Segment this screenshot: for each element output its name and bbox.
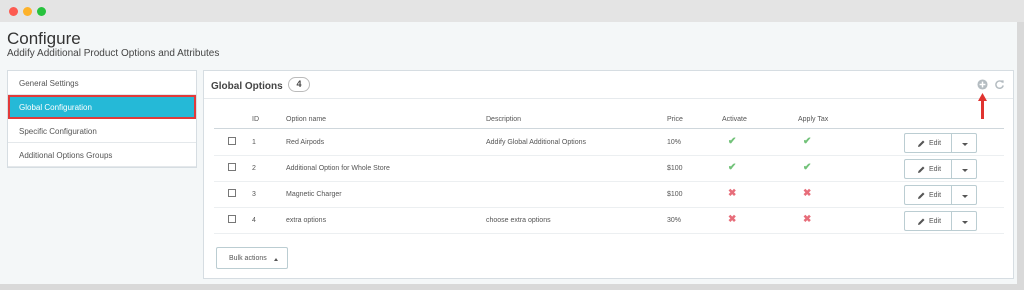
activate-check-icon[interactable]: ✔ — [728, 162, 736, 173]
row-checkbox[interactable] — [228, 215, 236, 223]
edit-label: Edit — [929, 192, 942, 199]
cell-id: 1 — [252, 139, 256, 146]
cell-price: $100 — [667, 165, 683, 172]
caret-down-icon — [962, 221, 968, 224]
column-header-activate[interactable]: Activate — [722, 116, 747, 123]
activate-check-icon[interactable]: ✔ — [728, 136, 736, 147]
edit-button[interactable]: Edit — [904, 211, 952, 231]
row-actions-dropdown-button[interactable] — [951, 159, 977, 179]
apply-tax-cross-icon[interactable]: ✖ — [803, 214, 811, 225]
global-options-panel: Global Options 4 ID Option name Descript… — [203, 70, 1014, 279]
activate-cross-icon[interactable]: ✖ — [728, 214, 736, 225]
page-content: Configure Addify Additional Product Opti… — [0, 22, 1017, 284]
row-actions: Edit — [904, 211, 977, 231]
cell-option-name: Red Airpods — [286, 139, 325, 146]
config-sidebar: General Settings Global Configuration Sp… — [7, 70, 197, 168]
sidebar-item-specific-configuration[interactable]: Specific Configuration — [8, 119, 196, 143]
table-header-divider — [214, 128, 1004, 129]
edit-button[interactable]: Edit — [904, 185, 952, 205]
caret-down-icon — [962, 195, 968, 198]
refresh-icon[interactable] — [994, 79, 1005, 90]
cell-id: 4 — [252, 217, 256, 224]
row-actions: Edit — [904, 159, 977, 179]
cell-price: 10% — [667, 139, 682, 146]
minimize-window-button[interactable] — [23, 7, 32, 16]
cell-price: $100 — [667, 191, 683, 198]
apply-tax-check-icon[interactable]: ✔ — [803, 136, 811, 147]
bulk-actions-label: Bulk actions — [229, 255, 267, 262]
sidebar-item-global-configuration[interactable]: Global Configuration — [8, 95, 196, 119]
edit-label: Edit — [929, 218, 942, 225]
app-window: Configure Addify Additional Product Opti… — [0, 0, 1024, 290]
cell-price: 30% — [667, 217, 682, 224]
row-checkbox[interactable] — [228, 137, 236, 145]
row-actions: Edit — [904, 185, 977, 205]
panel-title: Global Options — [211, 81, 283, 92]
row-checkbox[interactable] — [228, 189, 236, 197]
row-actions-dropdown-button[interactable] — [951, 185, 977, 205]
table-row: 1 Red Airpods Addify Global Additional O… — [214, 130, 1004, 156]
apply-tax-check-icon[interactable]: ✔ — [803, 162, 811, 173]
column-header-apply-tax[interactable]: Apply Tax — [798, 116, 828, 123]
pencil-icon — [918, 166, 925, 173]
page-subtitle: Addify Additional Product Options and At… — [7, 48, 220, 59]
table-row: 4 extra options choose extra options 30%… — [214, 208, 1004, 234]
cell-description: choose extra options — [486, 217, 551, 224]
page-title: Configure — [7, 29, 81, 48]
pencil-icon — [918, 218, 925, 225]
cell-description: Addify Global Additional Options — [486, 139, 587, 146]
activate-cross-icon[interactable]: ✖ — [728, 188, 736, 199]
pencil-icon — [918, 192, 925, 199]
table-row: 3 Magnetic Charger $100 ✖ ✖ Edit — [214, 182, 1004, 208]
cell-id: 2 — [252, 165, 256, 172]
sidebar-item-general-settings[interactable]: General Settings — [8, 71, 196, 95]
bulk-actions-button[interactable]: Bulk actions — [216, 247, 288, 269]
cell-option-name: Additional Option for Whole Store — [286, 165, 390, 172]
edit-label: Edit — [929, 140, 942, 147]
column-header-price[interactable]: Price — [667, 116, 683, 123]
row-actions-dropdown-button[interactable] — [951, 133, 977, 153]
annotation-arrow-icon — [978, 93, 987, 119]
cell-option-name: Magnetic Charger — [286, 191, 342, 198]
edit-button[interactable]: Edit — [904, 159, 952, 179]
column-header-description[interactable]: Description — [486, 116, 521, 123]
window-titlebar — [0, 0, 1024, 22]
caret-up-icon — [274, 258, 278, 261]
column-header-id[interactable]: ID — [252, 116, 259, 123]
cell-id: 3 — [252, 191, 256, 198]
caret-down-icon — [962, 143, 968, 146]
row-actions: Edit — [904, 133, 977, 153]
caret-down-icon — [962, 169, 968, 172]
row-checkbox[interactable] — [228, 163, 236, 171]
cell-option-name: extra options — [286, 217, 327, 224]
row-actions-dropdown-button[interactable] — [951, 211, 977, 231]
edit-button[interactable]: Edit — [904, 133, 952, 153]
pencil-icon — [918, 140, 925, 147]
maximize-window-button[interactable] — [37, 7, 46, 16]
edit-label: Edit — [929, 166, 942, 173]
apply-tax-cross-icon[interactable]: ✖ — [803, 188, 811, 199]
panel-header: Global Options 4 — [204, 71, 1013, 99]
column-header-option-name[interactable]: Option name — [286, 116, 326, 123]
table-row: 2 Additional Option for Whole Store $100… — [214, 156, 1004, 182]
count-badge: 4 — [288, 77, 310, 92]
add-new-icon[interactable] — [977, 79, 988, 90]
sidebar-item-additional-options-groups[interactable]: Additional Options Groups — [8, 143, 196, 167]
close-window-button[interactable] — [9, 7, 18, 16]
